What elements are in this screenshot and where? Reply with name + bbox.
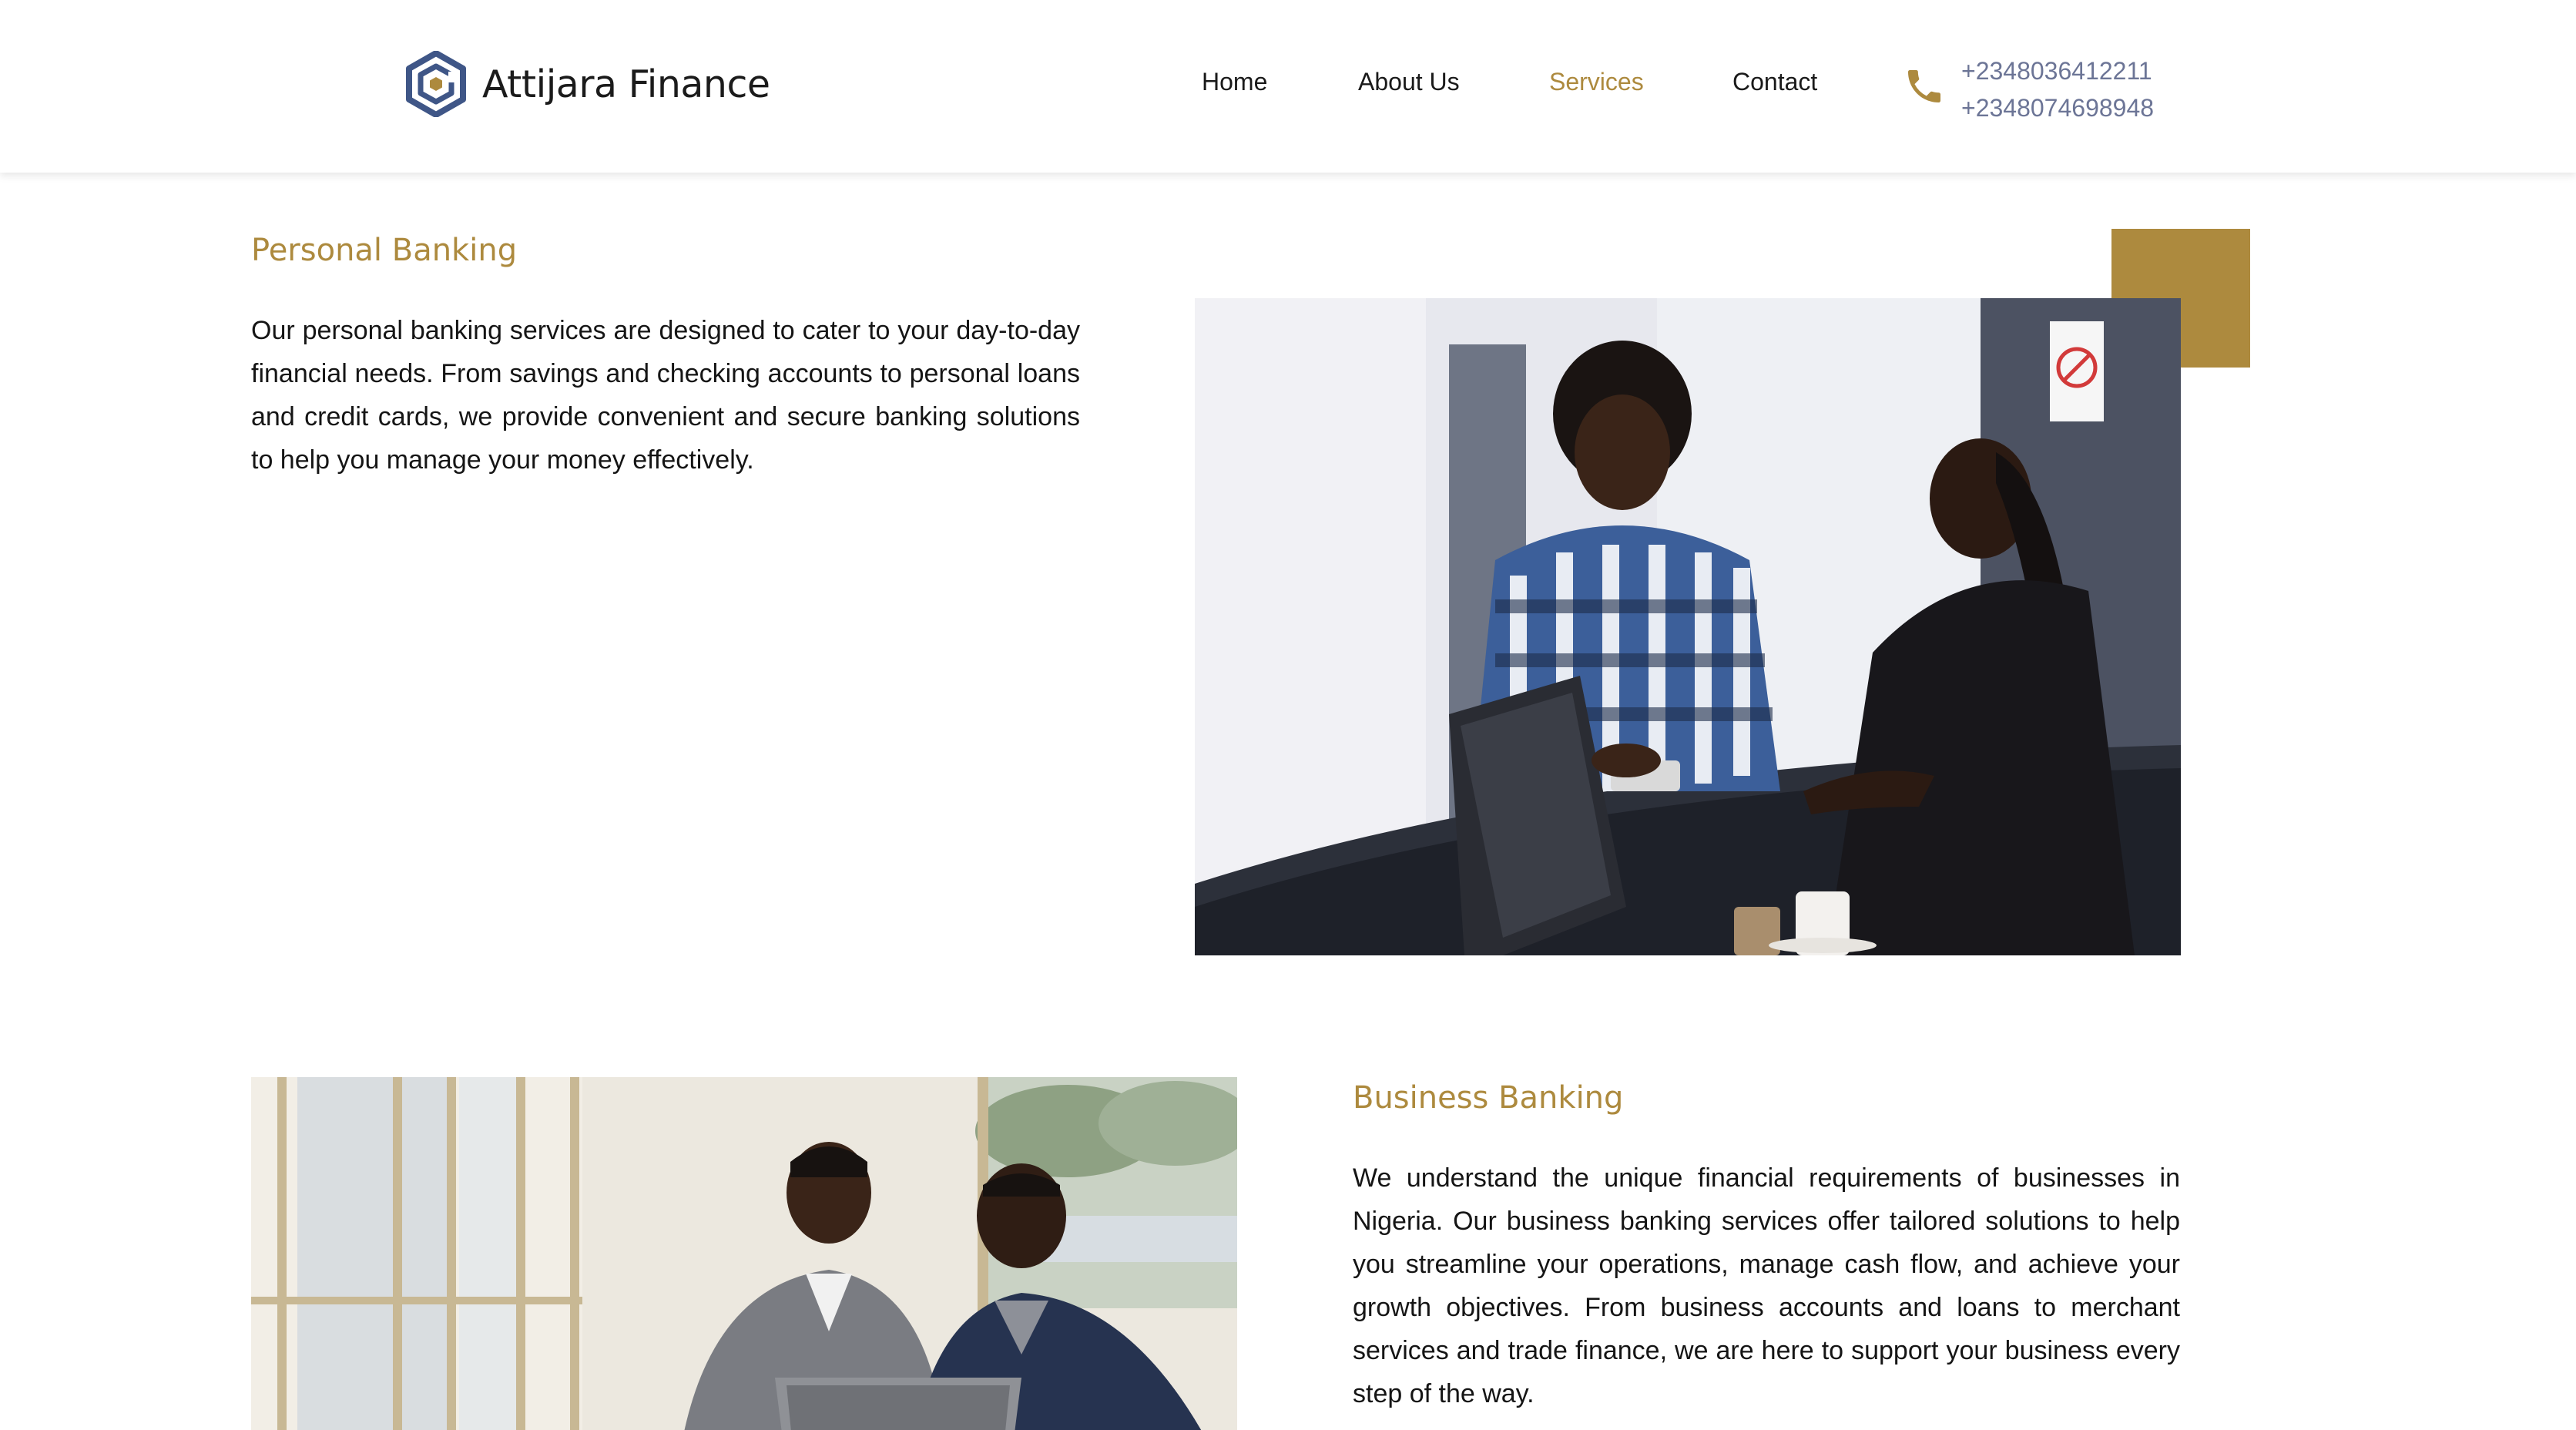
bank-teller-illustration: [1195, 298, 2181, 955]
personal-banking-text: Our personal banking services are design…: [251, 316, 1080, 475]
phone-number-1[interactable]: +2348036412211: [1961, 52, 2154, 89]
business-banking-photo: [251, 1077, 1237, 1430]
nav-about-us[interactable]: About Us: [1358, 68, 1460, 96]
brand-name: Attijara Finance: [482, 62, 770, 106]
site-header: Attijara Finance Home About Us Services …: [0, 0, 2576, 173]
phone-number-2[interactable]: +2348074698948: [1961, 89, 2154, 126]
business-banking-title: Business Banking: [1353, 1080, 1624, 1116]
nav-contact[interactable]: Contact: [1732, 68, 1817, 96]
nav-home[interactable]: Home: [1202, 68, 1267, 96]
business-meeting-illustration: [251, 1077, 1237, 1430]
personal-banking-photo: [1195, 298, 2181, 955]
page: Attijara Finance Home About Us Services …: [0, 0, 2576, 1430]
nav-services[interactable]: Services: [1549, 68, 1644, 96]
phone-numbers: +2348036412211 +2348074698948: [1961, 52, 2154, 126]
personal-banking-title: Personal Banking: [251, 233, 518, 268]
business-banking-text: We understand the unique financial requi…: [1353, 1163, 2180, 1408]
hexagon-logo-icon: [406, 51, 466, 117]
phone-icon: [1908, 70, 1940, 102]
brand-logo-link[interactable]: Attijara Finance: [405, 49, 770, 119]
